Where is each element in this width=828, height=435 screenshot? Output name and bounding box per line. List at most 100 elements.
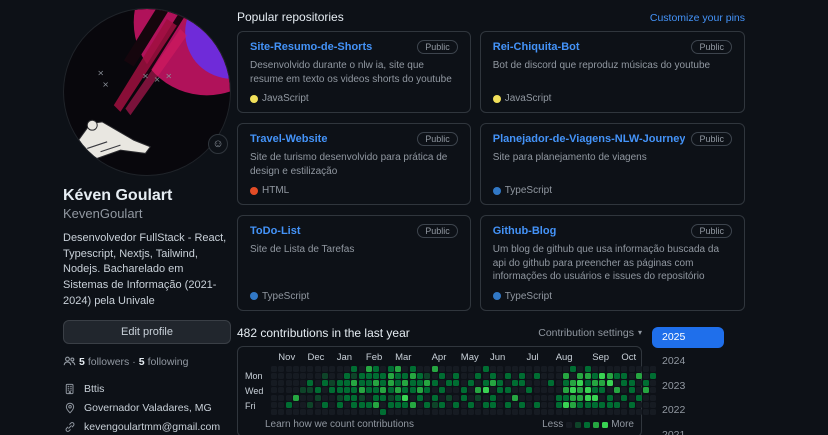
contribution-cell[interactable] <box>351 402 357 408</box>
avatar[interactable]: ×× ××× <box>63 8 231 176</box>
contribution-cell[interactable] <box>278 402 284 408</box>
contribution-cell[interactable] <box>432 366 438 372</box>
contribution-cell[interactable] <box>483 387 489 393</box>
repo-name-link[interactable]: Rei-Chiquita-Bot <box>493 41 580 53</box>
contribution-cell[interactable] <box>461 402 467 408</box>
contribution-cell[interactable] <box>519 395 525 401</box>
contribution-cell[interactable] <box>322 402 328 408</box>
contribution-cell[interactable] <box>410 395 416 401</box>
contribution-cell[interactable] <box>417 402 423 408</box>
contribution-cell[interactable] <box>286 380 292 386</box>
contribution-cell[interactable] <box>548 402 554 408</box>
contribution-cell[interactable] <box>373 395 379 401</box>
organization-row[interactable]: Bttis <box>63 383 231 395</box>
contribution-cell[interactable] <box>439 366 445 372</box>
repo-name-link[interactable]: Travel-Website <box>250 133 327 145</box>
contribution-cell[interactable] <box>366 395 372 401</box>
repo-name-link[interactable]: Github-Blog <box>493 225 557 237</box>
contribution-cell[interactable] <box>607 409 613 415</box>
contribution-cell[interactable] <box>497 373 503 379</box>
contribution-cell[interactable] <box>570 409 576 415</box>
contribution-cell[interactable] <box>629 380 635 386</box>
contribution-cell[interactable] <box>483 409 489 415</box>
contribution-cell[interactable] <box>453 402 459 408</box>
contribution-cell[interactable] <box>395 409 401 415</box>
contribution-cell[interactable] <box>329 402 335 408</box>
contribution-cell[interactable] <box>475 387 481 393</box>
contribution-cell[interactable] <box>278 395 284 401</box>
contribution-cell[interactable] <box>483 395 489 401</box>
contribution-cell[interactable] <box>395 380 401 386</box>
contribution-cell[interactable] <box>592 366 598 372</box>
contribution-cell[interactable] <box>599 373 605 379</box>
contribution-cell[interactable] <box>483 373 489 379</box>
contribution-cell[interactable] <box>563 380 569 386</box>
contribution-cell[interactable] <box>570 373 576 379</box>
contribution-cell[interactable] <box>461 373 467 379</box>
contribution-cell[interactable] <box>548 373 554 379</box>
contribution-cell[interactable] <box>395 387 401 393</box>
contribution-settings-dropdown[interactable]: Contribution settings ▾ <box>538 327 642 339</box>
contribution-cell[interactable] <box>373 402 379 408</box>
contribution-cell[interactable] <box>548 395 554 401</box>
contribution-cell[interactable] <box>351 373 357 379</box>
contribution-cell[interactable] <box>534 373 540 379</box>
contribution-cell[interactable] <box>286 409 292 415</box>
contribution-cell[interactable] <box>307 373 313 379</box>
contribution-cell[interactable] <box>322 380 328 386</box>
contribution-cell[interactable] <box>424 380 430 386</box>
contribution-cell[interactable] <box>534 402 540 408</box>
contribution-cell[interactable] <box>315 380 321 386</box>
contribution-cell[interactable] <box>505 366 511 372</box>
contribution-cell[interactable] <box>366 402 372 408</box>
year-nav-item[interactable]: 2025 <box>652 327 724 349</box>
year-nav-item[interactable]: 2023 <box>652 376 724 398</box>
year-nav-item[interactable]: 2021 <box>652 425 724 435</box>
contribution-cell[interactable] <box>577 373 583 379</box>
contribution-cell[interactable] <box>380 373 386 379</box>
contribution-cell[interactable] <box>585 409 591 415</box>
contribution-cell[interactable] <box>432 387 438 393</box>
contribution-cell[interactable] <box>402 373 408 379</box>
contribution-cell[interactable] <box>592 395 598 401</box>
contribution-cell[interactable] <box>556 380 562 386</box>
contribution-cell[interactable] <box>373 409 379 415</box>
contribution-cell[interactable] <box>585 395 591 401</box>
contribution-cell[interactable] <box>410 387 416 393</box>
contribution-cell[interactable] <box>461 409 467 415</box>
contribution-cell[interactable] <box>621 402 627 408</box>
contribution-cell[interactable] <box>417 409 423 415</box>
contribution-cell[interactable] <box>629 373 635 379</box>
contribution-cell[interactable] <box>373 380 379 386</box>
contribution-cell[interactable] <box>417 373 423 379</box>
contribution-cell[interactable] <box>395 395 401 401</box>
contribution-cell[interactable] <box>271 409 277 415</box>
contribution-cell[interactable] <box>621 373 627 379</box>
contribution-cell[interactable] <box>483 380 489 386</box>
contribution-cell[interactable] <box>366 373 372 379</box>
contribution-cell[interactable] <box>307 380 313 386</box>
contribution-cell[interactable] <box>621 387 627 393</box>
contribution-cell[interactable] <box>293 402 299 408</box>
contribution-cell[interactable] <box>307 366 313 372</box>
contribution-cell[interactable] <box>512 387 518 393</box>
contribution-cell[interactable] <box>329 409 335 415</box>
contribution-cell[interactable] <box>278 366 284 372</box>
contribution-cell[interactable] <box>380 409 386 415</box>
contribution-cell[interactable] <box>300 409 306 415</box>
contribution-cell[interactable] <box>307 402 313 408</box>
contribution-cell[interactable] <box>643 402 649 408</box>
contribution-cell[interactable] <box>395 366 401 372</box>
contribution-cell[interactable] <box>629 387 635 393</box>
contribution-cell[interactable] <box>599 395 605 401</box>
contribution-cell[interactable] <box>526 387 532 393</box>
contribution-cell[interactable] <box>424 395 430 401</box>
contribution-cell[interactable] <box>271 380 277 386</box>
contribution-cell[interactable] <box>461 387 467 393</box>
contribution-cell[interactable] <box>337 387 343 393</box>
contribution-cell[interactable] <box>359 387 365 393</box>
contribution-cell[interactable] <box>505 402 511 408</box>
contribution-cell[interactable] <box>329 373 335 379</box>
contribution-cell[interactable] <box>614 402 620 408</box>
contribution-cell[interactable] <box>497 402 503 408</box>
